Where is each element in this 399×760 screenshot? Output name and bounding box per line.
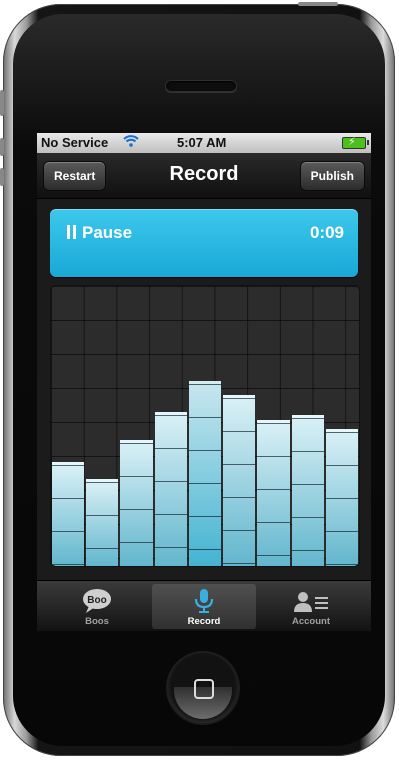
volume-down-button xyxy=(0,168,4,186)
level-meter xyxy=(50,285,360,567)
mute-switch xyxy=(0,90,4,116)
home-button[interactable] xyxy=(168,653,238,723)
svg-text:Boo: Boo xyxy=(87,595,106,606)
battery-charging-icon: ⚡ xyxy=(342,136,369,149)
level-bar xyxy=(257,420,290,566)
level-bar xyxy=(52,462,85,566)
earpiece-speaker xyxy=(165,80,237,92)
level-bar xyxy=(188,381,222,566)
tab-boos-label: Boos xyxy=(85,616,109,627)
tab-record-label: Record xyxy=(187,616,221,627)
tab-account[interactable]: Account xyxy=(259,584,363,629)
sleep-button xyxy=(298,2,338,6)
level-bar xyxy=(325,429,358,566)
tab-record[interactable]: Record xyxy=(152,584,256,629)
boo-speech-bubble-icon: Boo xyxy=(45,588,149,614)
clock: 5:07 AM xyxy=(177,135,227,150)
navigation-bar: Restart Record Publish xyxy=(37,153,371,199)
status-bar: No Service 5:07 AM ⚡ xyxy=(37,133,371,153)
pause-label: Pause xyxy=(82,223,133,242)
carrier-label: No Service xyxy=(41,135,109,150)
account-list-icon xyxy=(259,588,363,614)
app-screen: No Service 5:07 AM ⚡ Restart Record Publ… xyxy=(37,133,371,631)
level-bar xyxy=(120,440,153,566)
level-bar xyxy=(223,395,256,566)
home-square-icon xyxy=(194,679,214,699)
volume-up-button xyxy=(0,138,4,156)
level-bar xyxy=(86,479,119,566)
level-bar xyxy=(154,412,187,566)
microphone-icon xyxy=(152,588,256,614)
pause-icon xyxy=(67,225,77,239)
wifi-icon xyxy=(123,133,139,152)
tab-bar: Boo Boos Record Account xyxy=(37,580,371,631)
publish-button[interactable]: Publish xyxy=(299,161,365,191)
tab-account-label: Account xyxy=(292,616,330,627)
tab-boos[interactable]: Boo Boos xyxy=(45,584,149,629)
level-bar xyxy=(291,415,324,566)
elapsed-time: 0:09 xyxy=(309,223,344,242)
pause-button[interactable]: Pause 0:09 xyxy=(50,209,358,277)
